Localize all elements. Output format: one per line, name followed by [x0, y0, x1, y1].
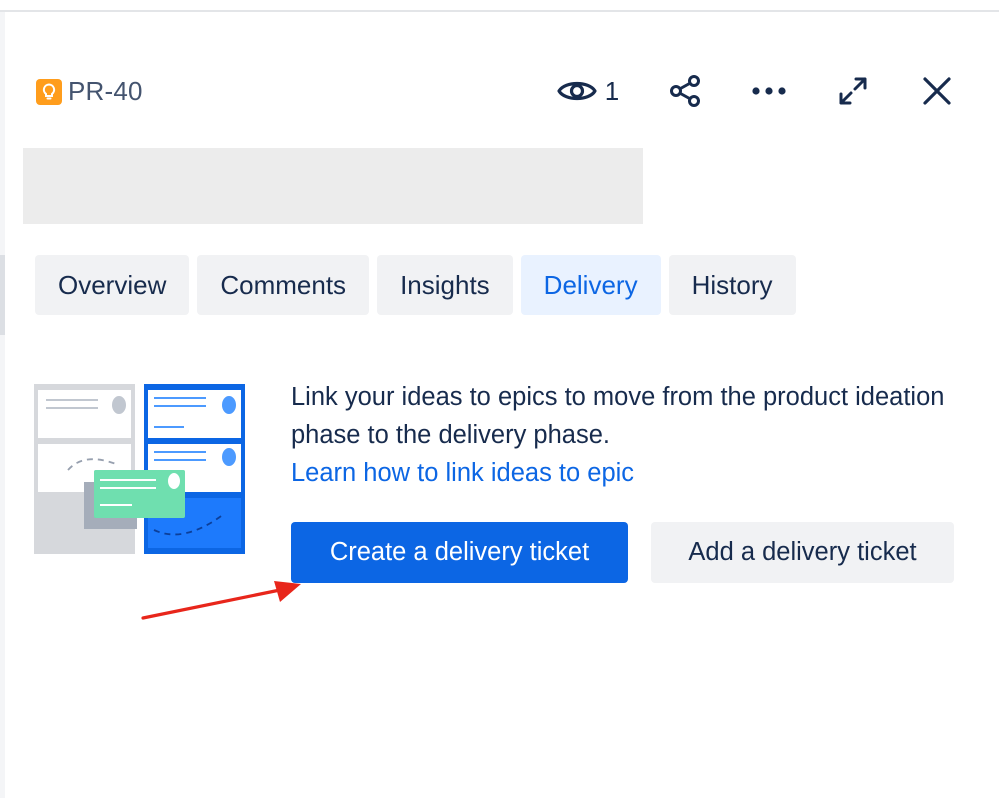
expand-icon	[839, 77, 867, 105]
add-delivery-ticket-button[interactable]: Add a delivery ticket	[651, 522, 954, 583]
issue-key-link[interactable]: PR-40	[36, 76, 143, 107]
close-button[interactable]	[914, 68, 960, 114]
expand-button[interactable]	[830, 68, 876, 114]
learn-more-link[interactable]: Learn how to link ideas to epic	[291, 454, 634, 492]
watch-button[interactable]: 1	[548, 68, 628, 114]
share-button[interactable]	[662, 68, 708, 114]
panel-top-border	[0, 10, 999, 12]
share-icon	[670, 75, 700, 107]
lightbulb-icon	[36, 78, 62, 105]
panel-left-edge	[0, 12, 5, 798]
delivery-illustration	[34, 384, 245, 554]
tab-overview[interactable]: Overview	[35, 255, 190, 315]
eye-icon	[557, 81, 597, 101]
issue-title-field[interactable]	[23, 148, 643, 224]
delivery-description: Link your ideas to epics to move from th…	[291, 383, 945, 449]
tab-delivery[interactable]: Delivery	[520, 255, 661, 315]
tab-bar: Overview Comments Insights Delivery Hist…	[35, 255, 796, 315]
more-actions-button[interactable]	[746, 68, 792, 114]
tab-insights[interactable]: Insights	[377, 255, 513, 315]
annotation-arrow	[141, 581, 301, 620]
create-delivery-ticket-button[interactable]: Create a delivery ticket	[291, 522, 628, 583]
tab-history[interactable]: History	[668, 255, 796, 315]
delivery-description-block: Link your ideas to epics to move from th…	[291, 378, 981, 492]
tab-comments[interactable]: Comments	[197, 255, 370, 315]
close-icon	[923, 77, 951, 105]
more-icon	[752, 87, 786, 95]
header-actions: 1	[540, 68, 970, 114]
issue-key: PR-40	[68, 76, 143, 106]
watch-count: 1	[604, 75, 620, 106]
panel-left-edge-highlight	[0, 255, 5, 335]
